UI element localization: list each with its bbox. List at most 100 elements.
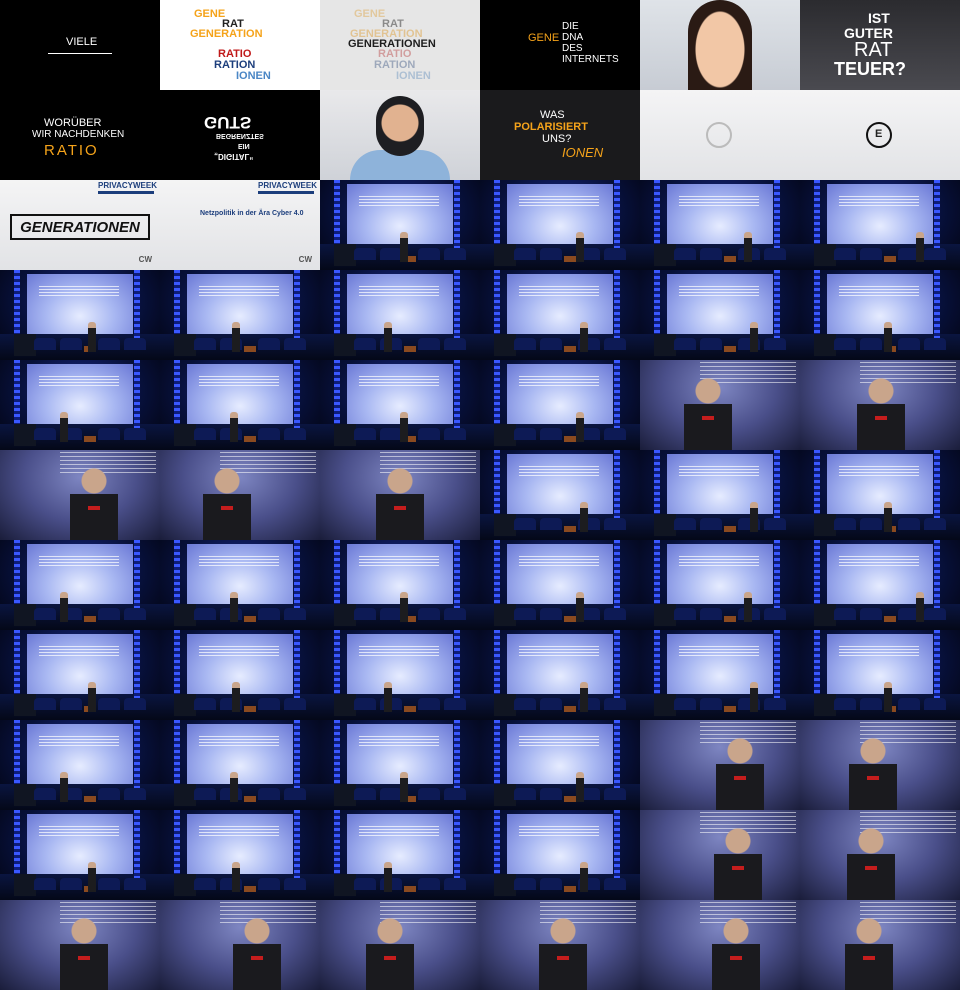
word-guts: GUTS (204, 113, 252, 132)
sofa (834, 518, 856, 530)
closeup-frame (640, 810, 800, 900)
sofa (284, 428, 306, 440)
speaker (203, 468, 251, 540)
slide-generationen: PRIVACYWEEK GENERATIONEN CW (0, 180, 160, 270)
lectern (334, 334, 356, 356)
sofa (674, 248, 696, 260)
speaker (916, 592, 924, 622)
speaker (230, 772, 238, 802)
logo-ring (706, 122, 732, 148)
lectern (174, 874, 196, 896)
projection-screen (507, 544, 613, 604)
stage-frame (480, 180, 640, 270)
slide-text (359, 376, 439, 386)
closeup-frame (640, 360, 800, 450)
word-ratio: RATIO (44, 142, 99, 159)
slide-polarisiert: WAS POLARISIERT UNS? IONEN (480, 90, 640, 180)
sofa (540, 788, 562, 800)
cw-logo: CW (138, 255, 152, 264)
sofa (418, 248, 440, 260)
slide-text (199, 646, 279, 656)
stage-frame (800, 270, 960, 360)
stage-box (244, 436, 256, 442)
slide-text (359, 826, 439, 836)
sofa (194, 428, 216, 440)
projection-screen (347, 814, 453, 874)
shirt-logo (867, 776, 879, 780)
projection-screen (347, 274, 453, 334)
lectern (814, 604, 836, 626)
stage-frame (480, 810, 640, 900)
projection-screen (27, 634, 133, 694)
sofa (604, 788, 626, 800)
speaker (400, 772, 408, 802)
shirt-logo (251, 956, 263, 960)
slide-text (39, 286, 119, 296)
stage-frame (800, 540, 960, 630)
sofa (834, 608, 856, 620)
speaker (232, 682, 240, 712)
sofa (860, 698, 882, 710)
sofa (60, 878, 82, 890)
speaker (847, 828, 895, 900)
lectern (14, 874, 36, 896)
stage-frame (0, 540, 160, 630)
sofa (700, 698, 722, 710)
stage-frame (320, 810, 480, 900)
sofa (258, 608, 280, 620)
stage-box (404, 886, 416, 892)
projection-screen (507, 184, 613, 244)
projection-screen (187, 544, 293, 604)
slide-text (839, 286, 919, 296)
stage-frame (160, 540, 320, 630)
slide-text (519, 466, 599, 476)
stage-frame (160, 270, 320, 360)
closeup-frame (0, 900, 160, 990)
sofa (604, 878, 626, 890)
stage-frame (480, 720, 640, 810)
shirt-logo (875, 416, 887, 420)
closeup-frame (0, 450, 160, 540)
projection-screen (187, 634, 293, 694)
photo-woman-smiling (640, 0, 800, 90)
speaker (576, 772, 584, 802)
slide-text (519, 196, 599, 206)
word-rat: RAT (854, 39, 893, 61)
projection-screen (27, 724, 133, 784)
shirt-logo (394, 506, 406, 510)
word-internets: INTERNETS (562, 54, 619, 65)
projection-screen (187, 364, 293, 424)
sofa (124, 608, 146, 620)
shirt-logo (384, 956, 396, 960)
sofa (674, 698, 696, 710)
speaker (716, 738, 764, 810)
speaker (376, 468, 424, 540)
speaker (744, 592, 752, 622)
slide-text (39, 646, 119, 656)
closeup-frame (800, 810, 960, 900)
lectern (814, 514, 836, 536)
closeup-frame (160, 900, 320, 990)
speaker (384, 862, 392, 892)
lectern (654, 514, 676, 536)
speaker (750, 502, 758, 532)
sofa (834, 338, 856, 350)
sofa (194, 608, 216, 620)
slide-text (359, 286, 439, 296)
sofa (354, 248, 376, 260)
sofa (764, 338, 786, 350)
stage-box (404, 346, 416, 352)
sofa (124, 788, 146, 800)
speaker (384, 682, 392, 712)
speaker (60, 772, 68, 802)
stage-box (564, 256, 576, 262)
speaker (580, 322, 588, 352)
lectern (654, 334, 676, 356)
stage-box (84, 616, 96, 622)
slide-text (679, 286, 759, 296)
speaker (576, 232, 584, 262)
sofa (354, 788, 376, 800)
stage-box (884, 616, 896, 622)
sofa (764, 698, 786, 710)
speaker (714, 828, 762, 900)
